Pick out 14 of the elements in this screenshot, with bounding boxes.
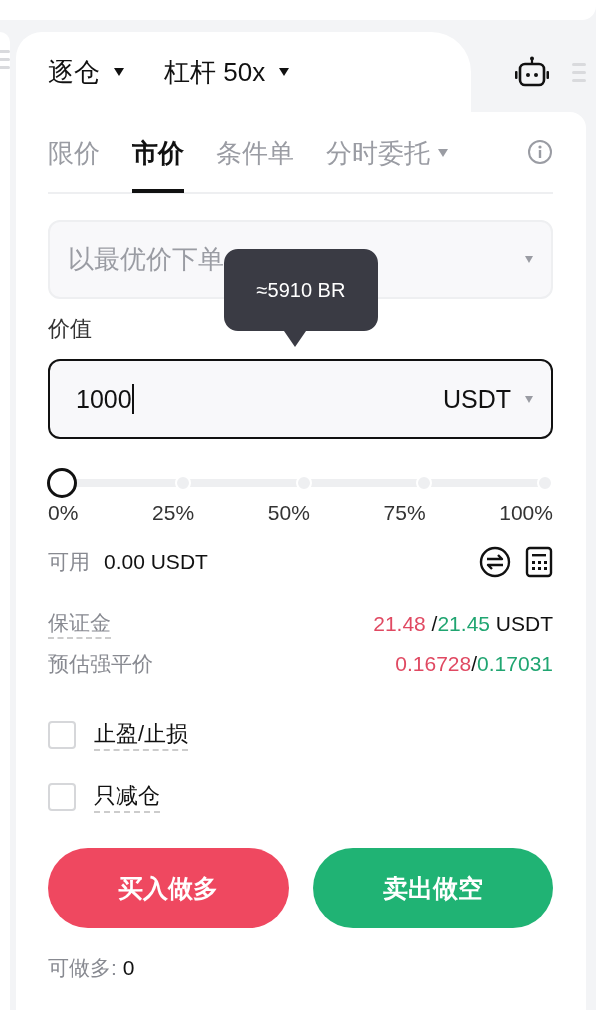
liquidation-price-value: 0.16728/0.17031 [395,652,553,676]
available-label: 可用 [48,549,90,575]
value-label: 价值 [48,315,92,343]
conversion-tooltip: ≈5910 BR [224,249,378,347]
liquidation-price-label: 预估强平价 [48,651,153,677]
max-long-label: 可做多: [48,955,117,981]
available-value: 0.00 USDT [104,550,208,574]
slider-mark-label: 75% [383,501,426,525]
slider-mark-label: 100% [499,501,553,525]
margin-value: 21.48 /21.45 USDT [373,612,553,636]
slider-mark-label: 50% [267,501,310,525]
slider-mark-label: 0% [48,501,79,525]
max-long-value: 0 [122,956,135,980]
slider-mark-label: 25% [152,501,195,525]
